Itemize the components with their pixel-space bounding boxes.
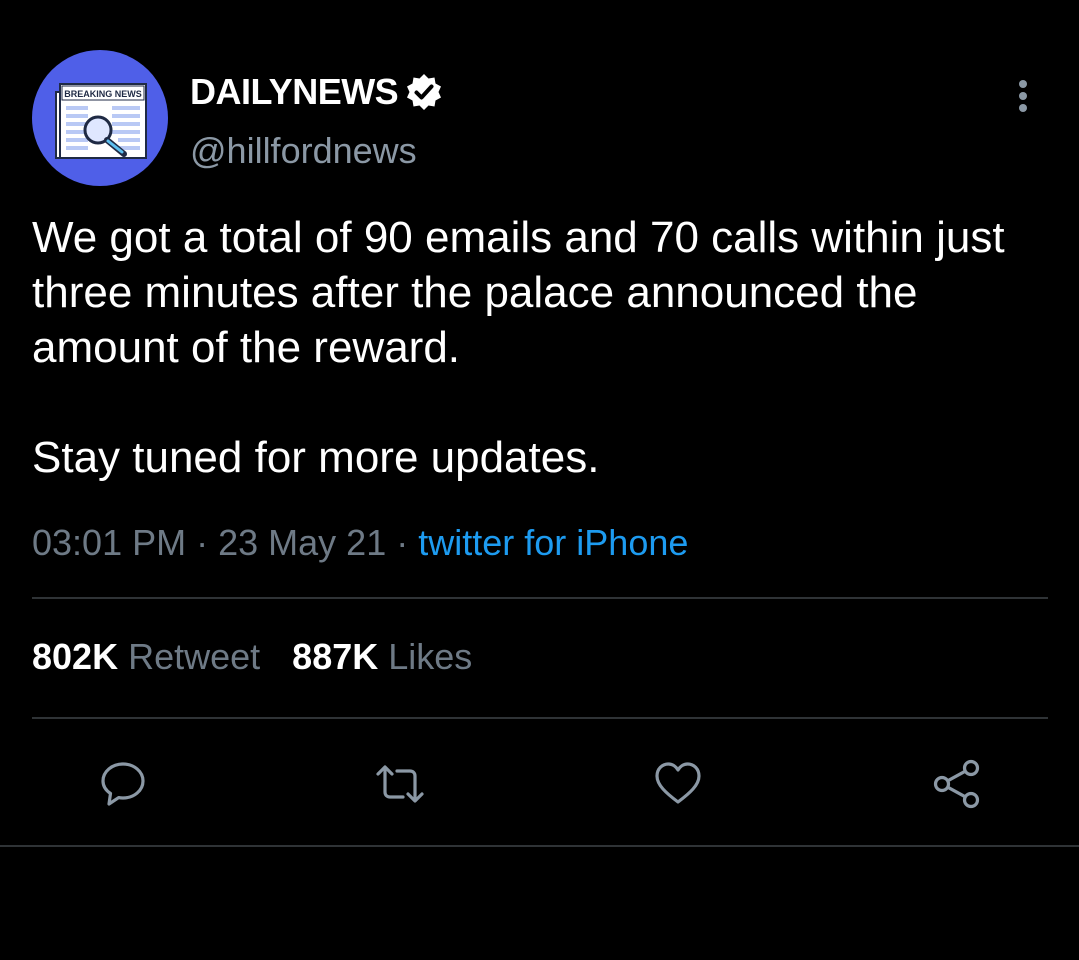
like-button[interactable]	[652, 758, 704, 810]
tweet-detail: BREAKING NEWS DAILYNEWS @hillfordnews We…	[0, 0, 1079, 960]
divider	[32, 717, 1048, 719]
tweet-date[interactable]: 23 May 21	[218, 522, 386, 563]
avatar[interactable]: BREAKING NEWS	[32, 50, 168, 186]
likes-stat[interactable]: 887K Likes	[292, 636, 472, 677]
share-icon	[933, 759, 980, 809]
likes-count: 887K	[292, 636, 379, 677]
retweets-stat[interactable]: 802K Retweet	[32, 636, 270, 677]
retweet-label: Retweet	[128, 636, 261, 677]
retweet-button[interactable]	[374, 758, 426, 810]
author-name-row[interactable]: DAILYNEWS	[190, 70, 444, 114]
tweet-text-paragraph: Stay tuned for more updates.	[32, 433, 600, 482]
likes-label: Likes	[388, 636, 473, 677]
meta-separator: ·	[396, 522, 409, 563]
divider	[32, 597, 1048, 599]
bottom-divider	[0, 845, 1079, 847]
more-options-icon[interactable]	[1008, 78, 1038, 118]
like-icon	[655, 762, 701, 804]
author-handle[interactable]: @hillfordnews	[190, 130, 417, 172]
retweet-count: 802K	[32, 636, 119, 677]
meta-separator: ·	[196, 522, 209, 563]
share-button[interactable]	[931, 758, 983, 810]
avatar-banner-text: BREAKING NEWS	[64, 89, 142, 99]
newspaper-logo-icon: BREAKING NEWS	[55, 83, 147, 159]
tweet-stats: 802K Retweet 887K Likes	[32, 636, 472, 678]
verified-badge-icon	[407, 74, 442, 110]
display-name[interactable]: DAILYNEWS	[190, 71, 399, 113]
reply-icon	[101, 762, 145, 806]
tweet-text-paragraph: We got a total of 90 emails and 70 calls…	[32, 213, 1005, 372]
tweet-source-link[interactable]: twitter for iPhone	[418, 522, 688, 563]
retweet-icon	[376, 765, 424, 803]
reply-button[interactable]	[97, 758, 149, 810]
tweet-meta: 03:01 PM · 23 May 21 · twitter for iPhon…	[32, 522, 688, 564]
tweet-body: We got a total of 90 emails and 70 calls…	[32, 210, 1042, 485]
tweet-time[interactable]: 03:01 PM	[32, 522, 186, 563]
